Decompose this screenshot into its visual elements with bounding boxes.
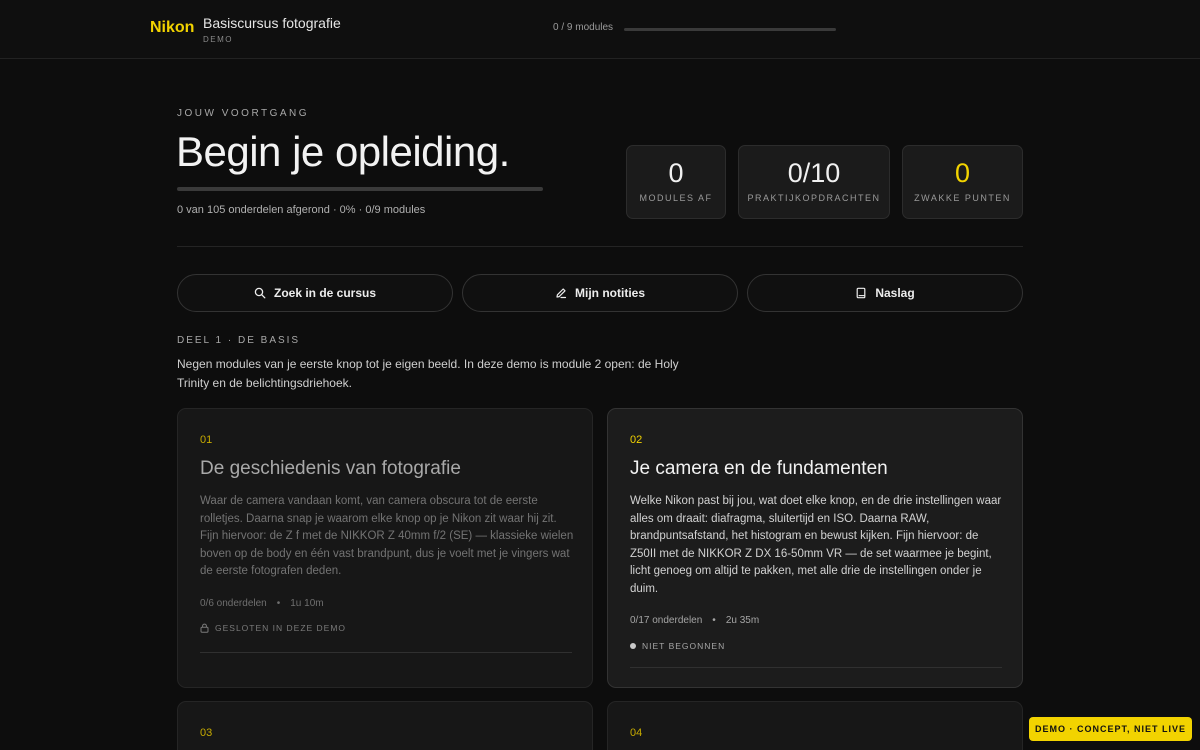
reference-label: Naslag [875, 286, 915, 300]
course-title: Basiscursus fotografie [203, 15, 341, 31]
module-status-label: NIET BEGONNEN [642, 641, 726, 651]
stat-weak-points: 0 ZWAKKE PUNTEN [902, 145, 1023, 219]
module-description: Waar de camera vandaan komt, van camera … [200, 495, 574, 578]
module-status: GESLOTEN IN DEZE DEMO [200, 623, 346, 633]
header-progress-label: 0 / 9 modules [553, 22, 614, 33]
module-duration: 2u 35m [725, 615, 760, 626]
page-title: Begin je opleiding. [176, 128, 510, 175]
module-number: 03 [200, 727, 213, 739]
book-icon [856, 287, 866, 299]
module-card-03[interactable]: 03 [177, 701, 593, 750]
module-number: 02 [630, 434, 643, 446]
my-notes-button[interactable]: Mijn notities [462, 274, 738, 312]
meta-separator: • [712, 615, 716, 626]
progress-eyebrow: JOUW VOORTGANG [177, 108, 310, 119]
stat-assignments: 0/10 PRAKTIJKOPDRACHTEN [738, 145, 890, 219]
module-progress-rule [630, 667, 1002, 668]
module-title: Je camera en de fundamenten [630, 458, 888, 479]
progress-summary: 0 van 105 onderdelen afgerond · 0% · 0/9… [177, 204, 426, 216]
search-icon [254, 287, 266, 299]
app-header: Nikon Basiscursus fotografie DEMO 0 / 9 … [0, 0, 1200, 59]
module-description: Welke Nikon past bij jou, wat doet elke … [630, 495, 1002, 595]
module-card-04[interactable]: 04 [607, 701, 1023, 750]
header-progress-bar [624, 28, 836, 31]
lock-icon [200, 623, 209, 633]
stat-value: 0/10 [787, 158, 841, 188]
stat-value: 0 [668, 158, 684, 188]
pencil-icon [556, 288, 567, 299]
stat-label: MODULES AF [639, 193, 713, 203]
brand-logo[interactable]: Nikon [150, 19, 194, 37]
reference-button[interactable]: Naslag [747, 274, 1023, 312]
stat-modules-done: 0 MODULES AF [626, 145, 726, 219]
demo-badge: DEMO · CONCEPT, NIET LIVE [1029, 717, 1192, 741]
part-label: DEEL 1 · DE BASIS [177, 335, 301, 346]
meta-separator: • [276, 598, 281, 609]
my-notes-label: Mijn notities [575, 286, 645, 300]
search-course-button[interactable]: Zoek in de cursus [177, 274, 453, 312]
course-subtitle: DEMO [203, 35, 233, 44]
module-title: De geschiedenis van fotografie [200, 458, 461, 479]
search-course-label: Zoek in de cursus [273, 286, 377, 300]
module-parts: 0/17 onderdelen [630, 615, 703, 626]
stat-value: 0 [954, 158, 971, 188]
part-description: Negen modules van je eerste knop tot je … [177, 357, 679, 390]
status-dot-icon [630, 643, 636, 649]
module-meta: 0/6 onderdelen • 1u 10m [200, 598, 324, 609]
module-number: 04 [630, 727, 643, 739]
module-card-01[interactable]: 01 De geschiedenis van fotografie Waar d… [177, 408, 593, 688]
stat-label: PRAKTIJKOPDRACHTEN [747, 193, 881, 203]
module-status: NIET BEGONNEN [630, 641, 725, 651]
stat-label: ZWAKKE PUNTEN [914, 193, 1011, 203]
section-divider [177, 246, 1023, 247]
module-number: 01 [200, 434, 213, 446]
module-status-label: GESLOTEN IN DEZE DEMO [215, 623, 347, 633]
module-meta: 0/17 onderdelen • 2u 35m [630, 615, 759, 626]
module-card-02[interactable]: 02 Je camera en de fundamenten Welke Nik… [607, 408, 1023, 688]
course-progress-bar [177, 187, 543, 191]
module-duration: 1u 10m [290, 598, 324, 609]
module-parts: 0/6 onderdelen [200, 598, 267, 609]
module-progress-rule [200, 652, 572, 653]
